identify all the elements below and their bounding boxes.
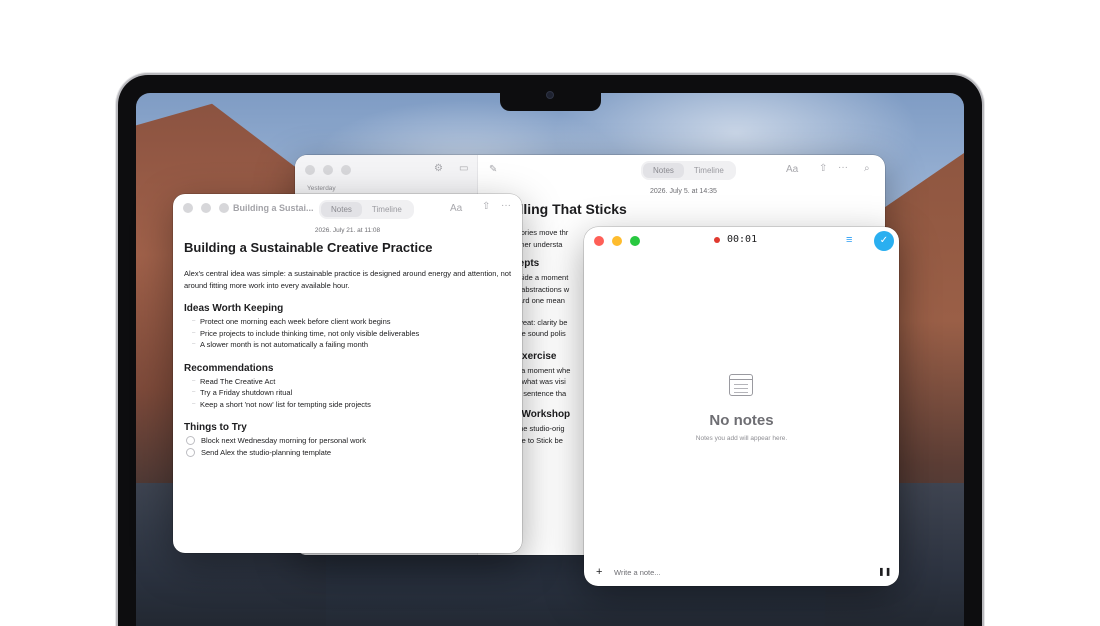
recording-notes-panel[interactable]: 00:01 ≡ ✓ No notes Notes you add will ap… <box>584 227 899 586</box>
window-controls <box>305 165 351 175</box>
view-switcher[interactable]: Notes Timeline <box>319 200 414 219</box>
recording-indicator-icon <box>714 237 720 243</box>
window-controls <box>183 203 229 213</box>
zoom-button[interactable] <box>630 236 640 246</box>
done-button[interactable]: ✓ <box>874 231 894 251</box>
close-button[interactable] <box>183 203 193 213</box>
section-heading: Recommendations <box>184 362 274 374</box>
sidebar-toggle-icon[interactable]: ▭ <box>459 163 468 174</box>
note-title: Building a Sustainable Creative Practice <box>184 240 433 255</box>
bullet-list: Protect one morning each week before cli… <box>184 316 514 351</box>
tab-notes[interactable]: Notes <box>643 163 684 178</box>
font-icon[interactable]: Aa <box>786 164 798 175</box>
section-heading: Things to Try <box>184 422 247 433</box>
checkbox[interactable] <box>186 447 195 457</box>
minimize-button[interactable] <box>323 165 333 175</box>
window-title: Building a Sustai... <box>233 203 314 213</box>
todo-item[interactable]: Send Alex the studio-planning template <box>184 447 514 459</box>
view-switcher[interactable]: Notes Timeline <box>641 161 736 180</box>
note-date: 2026. July 21. at 11:08 <box>314 227 381 234</box>
note-input[interactable] <box>614 563 864 581</box>
notes-empty-icon <box>729 374 753 396</box>
filter-icon[interactable]: ≡ <box>846 234 852 246</box>
font-icon[interactable]: Aa <box>450 203 462 214</box>
note-detail-window[interactable]: Building a Sustai... Notes Timeline Aa ⇧… <box>173 194 522 553</box>
empty-state-subtitle: Notes you add will appear here. <box>695 435 788 442</box>
pause-icon[interactable]: ❚❚ <box>878 567 891 576</box>
minimize-button[interactable] <box>201 203 211 213</box>
search-icon[interactable]: ⌕ <box>864 163 870 174</box>
list-item: Price projects to include thinking time,… <box>184 328 514 340</box>
more-icon[interactable]: ··· <box>501 200 511 211</box>
tab-timeline[interactable]: Timeline <box>362 202 412 217</box>
todo-label: Block next Wednesday morning for persona… <box>201 436 366 445</box>
tab-notes[interactable]: Notes <box>321 202 362 217</box>
empty-state-title: No notes <box>709 412 774 429</box>
note-title: telling That Sticks <box>507 201 627 217</box>
camera-icon <box>546 91 554 99</box>
recording-timer: 00:01 <box>727 234 758 245</box>
todo-label: Send Alex the studio-planning template <box>201 447 332 457</box>
add-icon[interactable]: + <box>596 566 602 578</box>
desktop-scene: ⚙ ▭ Yesterday ✎ Notes Timeline Aa ⇧ ··· … <box>0 0 1100 626</box>
checkbox[interactable] <box>186 436 195 446</box>
note-date: 2026. July 5. at 14:35 <box>650 188 717 195</box>
share-icon[interactable]: ⇧ <box>482 201 490 212</box>
list-item: Protect one morning each week before cli… <box>184 316 514 328</box>
list-item: Read The Creative Act <box>184 376 514 388</box>
zoom-button[interactable] <box>219 203 229 213</box>
list-item: Keep a short 'not now' list for tempting… <box>184 399 514 411</box>
close-button[interactable] <box>305 165 315 175</box>
list-item: Try a Friday shutdown ritual <box>184 387 514 399</box>
gear-icon[interactable]: ⚙ <box>434 163 443 174</box>
sidebar-group-label: Yesterday <box>307 185 336 192</box>
tab-timeline[interactable]: Timeline <box>684 163 734 178</box>
section-heading: Ideas Worth Keeping <box>184 303 284 314</box>
list-item: A slower month is not automatically a fa… <box>184 339 514 351</box>
share-icon[interactable]: ⇧ <box>819 163 827 174</box>
note-content: Building a Sustainable Creative Practice… <box>184 240 514 458</box>
checkmark-icon: ✓ <box>879 235 889 246</box>
minimize-button[interactable] <box>612 236 622 246</box>
note-intro: Alex's central idea was simple: a sustai… <box>184 269 512 290</box>
bullet-list: Read The Creative Act Try a Friday shutd… <box>184 376 514 411</box>
window-controls <box>594 236 640 246</box>
todo-item[interactable]: Block next Wednesday morning for persona… <box>184 435 514 447</box>
zoom-button[interactable] <box>341 165 351 175</box>
compose-icon[interactable]: ✎ <box>489 164 497 175</box>
close-button[interactable] <box>594 236 604 246</box>
more-icon[interactable]: ··· <box>838 162 848 173</box>
